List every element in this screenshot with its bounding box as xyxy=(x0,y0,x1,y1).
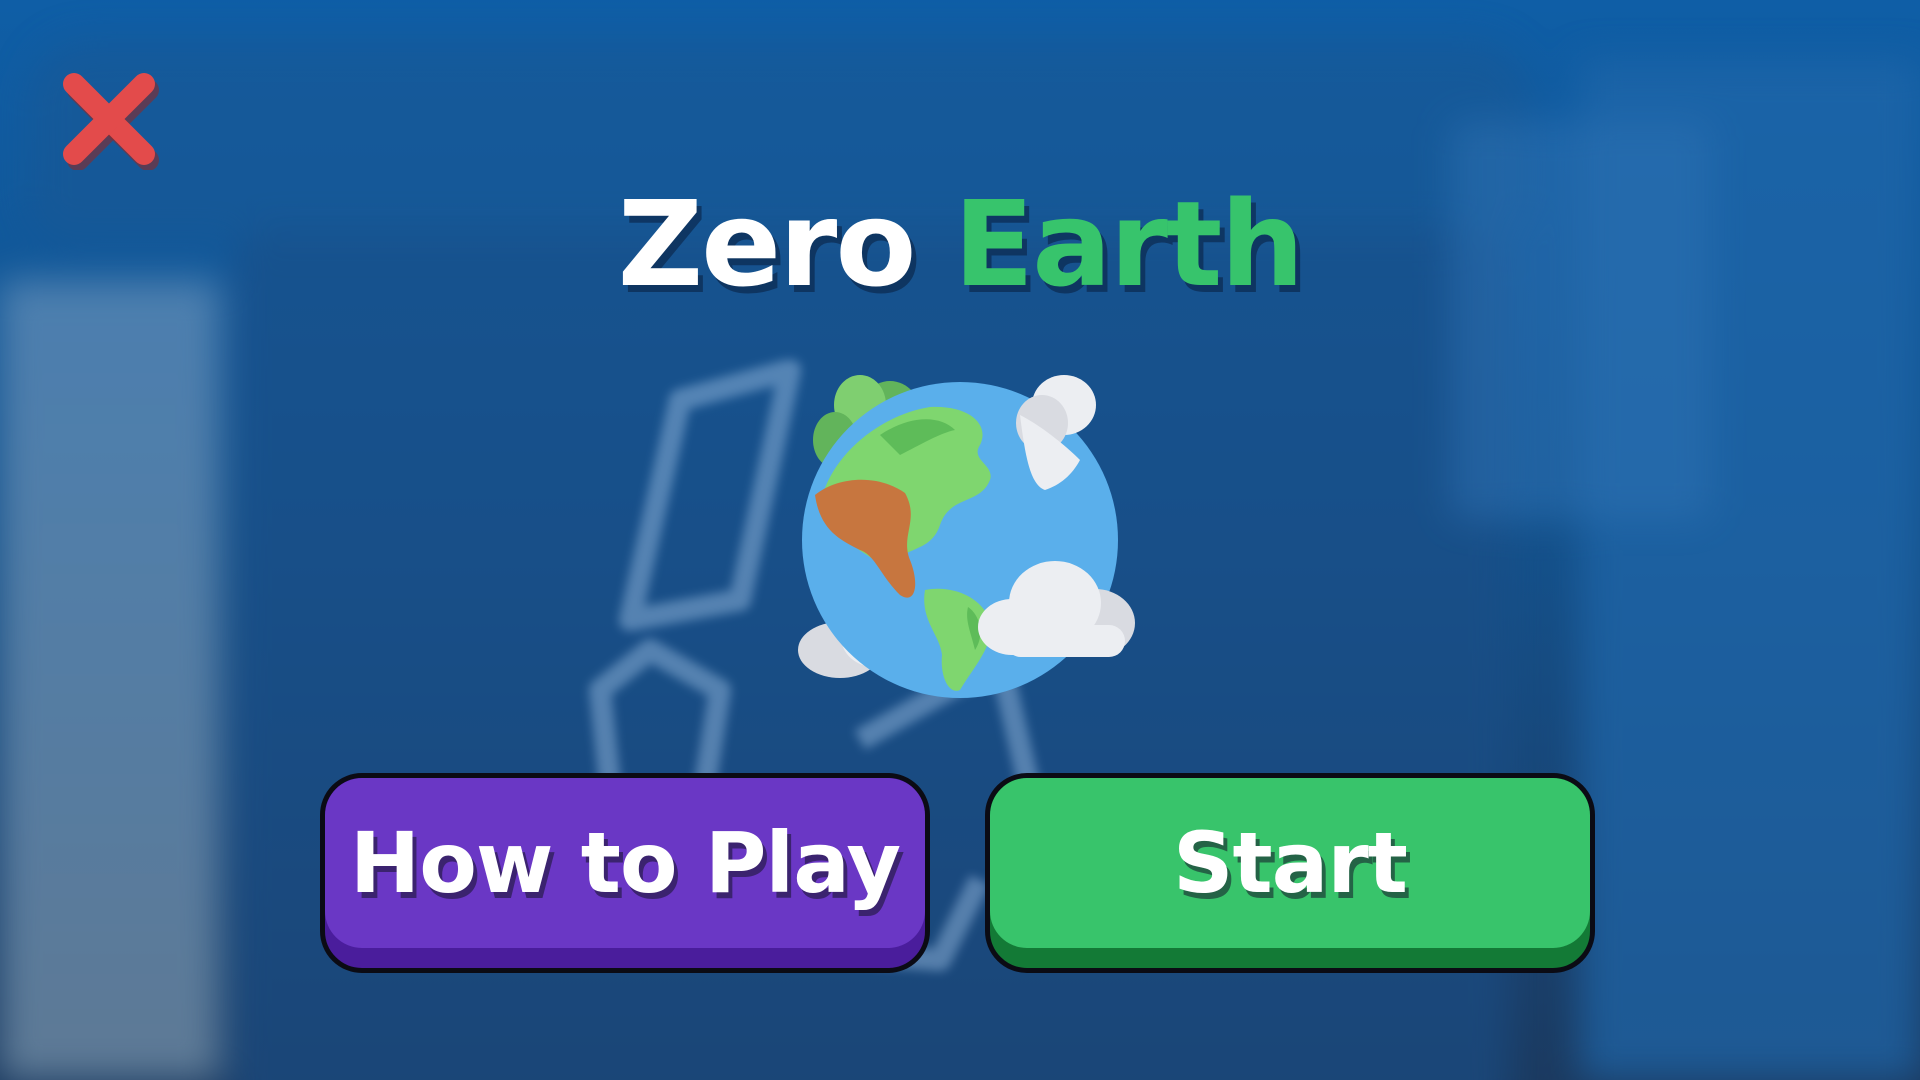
earth-globe-icon xyxy=(798,375,1135,698)
title-word-earth: Earth xyxy=(953,175,1305,313)
background-light-left xyxy=(0,280,220,1080)
start-button[interactable]: Start xyxy=(985,773,1595,973)
game-title: Zero Earth xyxy=(0,185,1920,303)
title-screen: Zero Earth How to Play Start xyxy=(0,0,1920,1080)
close-icon xyxy=(63,73,159,171)
start-label: Start xyxy=(990,778,1590,948)
title-word-zero: Zero xyxy=(617,175,917,313)
how-to-play-button[interactable]: How to Play xyxy=(320,773,930,973)
close-button[interactable] xyxy=(62,70,162,171)
background-panel xyxy=(1450,120,1710,520)
how-to-play-label: How to Play xyxy=(325,778,925,948)
